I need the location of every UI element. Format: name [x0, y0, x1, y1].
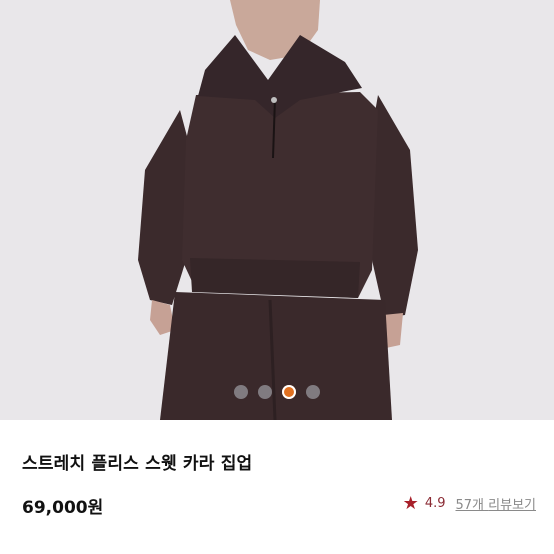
product-title: 스트레치 플리스 스웻 카라 집업	[22, 454, 253, 474]
pagination-dot-1[interactable]	[234, 385, 248, 399]
image-pagination	[0, 383, 554, 401]
rating-value: 4.9	[424, 496, 446, 511]
pagination-dot-4[interactable]	[306, 385, 320, 399]
product-card: 스트레치 플리스 스웻 카라 집업 69,000원 ★ 4.9 57개 리뷰보기	[0, 0, 554, 554]
review-link-label: 리뷰보기	[488, 498, 536, 513]
pagination-dot-2[interactable]	[258, 385, 272, 399]
product-price: 69,000원	[22, 498, 104, 518]
rating-row: ★ 4.9 57개 리뷰보기	[403, 494, 536, 513]
star-icon: ★	[402, 492, 419, 514]
review-link[interactable]: 57개 리뷰보기	[456, 494, 537, 513]
product-image[interactable]	[0, 0, 554, 420]
pagination-dot-3-active[interactable]	[282, 385, 296, 399]
review-count: 57개	[455, 498, 485, 513]
